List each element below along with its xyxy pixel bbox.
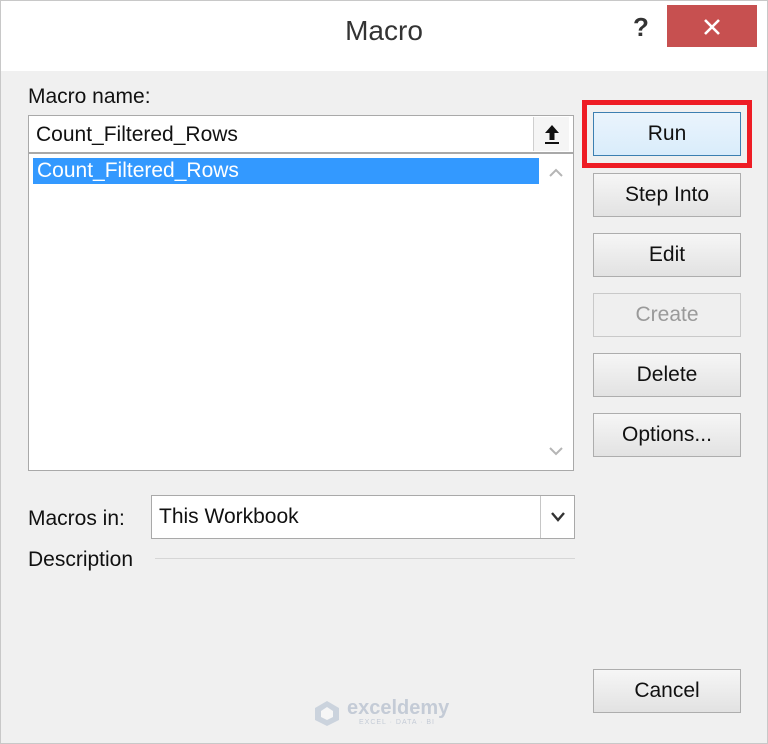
dropdown-button[interactable] [540, 496, 574, 538]
upload-arrow-icon [545, 125, 559, 144]
close-icon [704, 19, 720, 35]
macros-in-select[interactable]: This Workbook [151, 495, 575, 539]
create-button[interactable]: Create [593, 293, 741, 337]
macro-name-field[interactable]: Count_Filtered_Rows [28, 115, 574, 153]
run-button[interactable]: Run [593, 112, 741, 156]
watermark-tagline: EXCEL · DATA · BI [359, 719, 435, 726]
chevron-down-icon [551, 512, 565, 522]
chevron-up-icon[interactable] [549, 168, 563, 178]
description-label: Description [28, 548, 134, 571]
list-item[interactable]: Count_Filtered_Rows [33, 158, 539, 184]
step-into-button[interactable]: Step Into [593, 173, 741, 217]
chevron-down-icon[interactable] [549, 446, 563, 456]
title-bar: Macro ? [1, 1, 767, 71]
watermark-logo: exceldemy EXCEL · DATA · BI [313, 695, 463, 731]
upload-button[interactable] [533, 117, 569, 151]
edit-button[interactable]: Edit [593, 233, 741, 277]
macro-list[interactable]: Count_Filtered_Rows [28, 153, 574, 471]
watermark-brand: exceldemy [347, 697, 450, 719]
macros-in-value: This Workbook [159, 505, 299, 528]
logo-icon [315, 701, 339, 726]
macros-in-label: Macros in: [28, 507, 125, 530]
macro-dialog: Macro ? Macro name: Count_Filtered_Rows … [0, 0, 768, 744]
cancel-button[interactable]: Cancel [593, 669, 741, 713]
help-button[interactable]: ? [619, 7, 663, 47]
options-button[interactable]: Options... [593, 413, 741, 457]
description-divider [155, 558, 575, 559]
close-button[interactable] [667, 5, 757, 47]
list-scrollbar[interactable] [539, 154, 573, 470]
delete-button[interactable]: Delete [593, 353, 741, 397]
macro-name-value: Count_Filtered_Rows [36, 123, 238, 146]
macro-name-label: Macro name: [28, 85, 151, 108]
